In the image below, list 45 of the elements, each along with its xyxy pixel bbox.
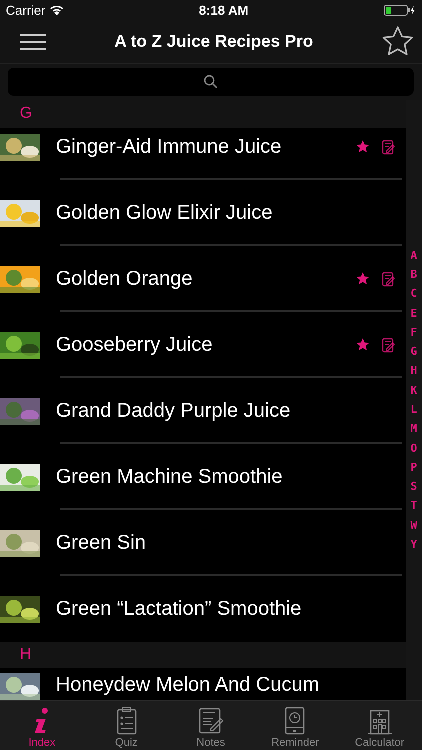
- menu-icon[interactable]: [20, 32, 46, 50]
- section-letter: H: [20, 646, 32, 664]
- search-icon: [204, 75, 218, 89]
- alphabet-jump-letter[interactable]: F: [410, 322, 418, 342]
- tab[interactable]: Index: [0, 701, 84, 750]
- alphabet-jump-letter[interactable]: C: [410, 284, 418, 304]
- alphabet-jump-letter[interactable]: L: [410, 400, 418, 420]
- status-time: 8:18 AM: [199, 2, 249, 18]
- recipe-row[interactable]: Ginger-Aid Immune Juice: [0, 128, 406, 180]
- star-icon[interactable]: [356, 272, 370, 286]
- tab[interactable]: Quiz: [84, 701, 169, 750]
- tab[interactable]: Notes: [168, 701, 254, 750]
- alphabet-jump-letter[interactable]: G: [410, 342, 418, 362]
- recipe-row[interactable]: Green Sin: [0, 510, 406, 576]
- recipe-row[interactable]: Honeydew Melon And Cucum: [0, 668, 406, 700]
- alphabet-jump-letter[interactable]: E: [410, 304, 418, 323]
- section-letter: G: [20, 105, 32, 123]
- star-icon[interactable]: [356, 338, 370, 352]
- recipe-row[interactable]: Green “Lactation” Smoothie: [0, 576, 406, 642]
- battery-icon: [384, 4, 416, 16]
- recipe-row[interactable]: Golden Glow Elixir Juice: [0, 180, 406, 246]
- alphabet-jump-letter[interactable]: P: [410, 458, 418, 478]
- alphabet-jump-letter[interactable]: W: [410, 516, 418, 536]
- star-icon[interactable]: [356, 140, 370, 154]
- alphabet-jump-letter[interactable]: Y: [410, 535, 418, 554]
- alphabet-jump-letter[interactable]: K: [410, 380, 418, 400]
- recipe-row[interactable]: Green Machine Smoothie: [0, 444, 406, 510]
- tab[interactable]: Calculator: [338, 701, 422, 750]
- alphabet-jump-letter[interactable]: T: [410, 496, 418, 516]
- recipe-row[interactable]: Golden Orange: [0, 246, 406, 312]
- tab[interactable]: Reminder: [253, 701, 338, 750]
- recipe-row[interactable]: Grand Daddy Purple Juice: [0, 378, 406, 444]
- alphabet-jump-letter[interactable]: M: [410, 419, 418, 439]
- wifi-icon: [50, 5, 64, 15]
- carrier-name: Carrier: [6, 2, 46, 18]
- alphabet-jump-letter[interactable]: H: [410, 361, 418, 381]
- alphabet-jump-letter[interactable]: B: [410, 264, 418, 284]
- alphabet-jump-letter[interactable]: A: [410, 246, 418, 265]
- alphabet-jump-letter[interactable]: O: [410, 438, 418, 458]
- app-title: A to Z Juice Recipes Pro: [114, 32, 314, 52]
- star-icon[interactable]: [382, 26, 414, 57]
- notepad-icon: [197, 707, 226, 735]
- recipe-row[interactable]: Gooseberry Juice: [0, 312, 406, 378]
- search-field[interactable]: [8, 68, 414, 96]
- alphabet-jump-letter[interactable]: S: [410, 477, 418, 496]
